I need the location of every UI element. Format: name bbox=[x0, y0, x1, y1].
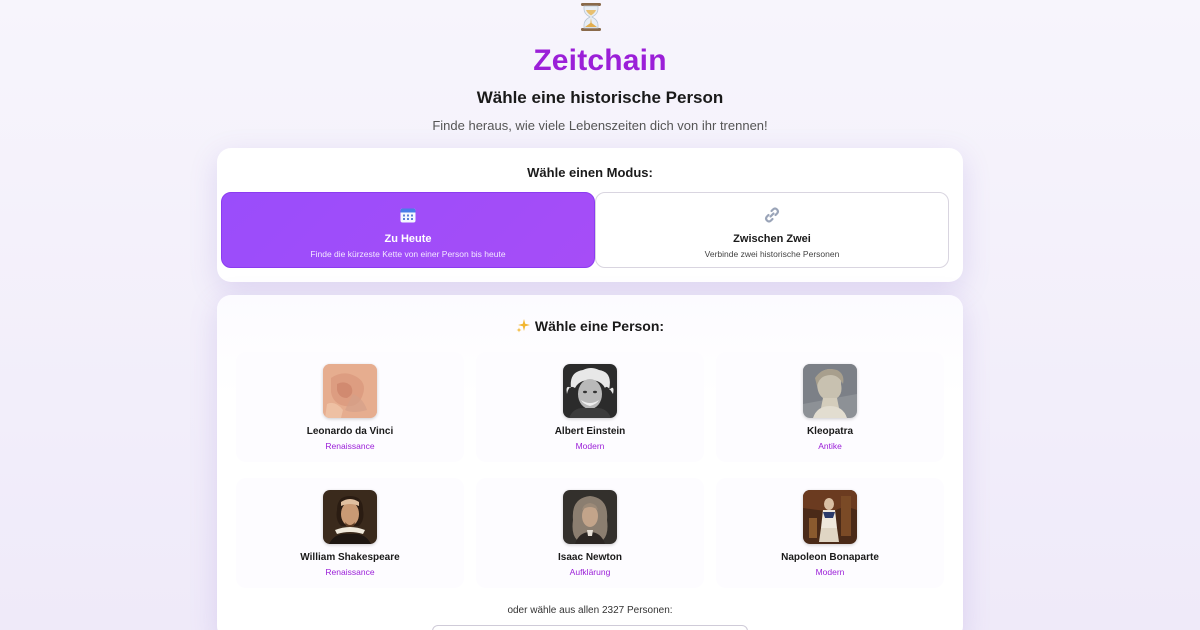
person-tile-isaac-newton[interactable]: Isaac Newton Aufklärung bbox=[476, 478, 704, 588]
person-tile-william-shakespeare[interactable]: William Shakespeare Renaissance bbox=[236, 478, 464, 588]
person-era: Modern bbox=[815, 567, 845, 577]
portrait-image bbox=[563, 364, 617, 418]
person-era: Modern bbox=[575, 441, 605, 451]
mode-button-zu-heute[interactable]: Zu Heute Finde die kürzeste Kette von ei… bbox=[221, 192, 595, 268]
portrait-image bbox=[563, 490, 617, 544]
person-era: Renaissance bbox=[325, 567, 375, 577]
person-tile-albert-einstein[interactable]: Albert Einstein Modern bbox=[476, 352, 704, 462]
app-title: Zeitchain bbox=[533, 44, 667, 77]
hourglass-icon bbox=[581, 3, 601, 31]
mode-description: Finde die kürzeste Kette von einer Perso… bbox=[310, 249, 506, 259]
portrait-image bbox=[323, 490, 377, 544]
person-name: Albert Einstein bbox=[554, 426, 626, 437]
mode-title: Zu Heute bbox=[384, 233, 432, 245]
person-tile-napoleon-bonaparte[interactable]: Napoleon Bonaparte Modern bbox=[716, 478, 944, 588]
person-heading-text: Wähle eine Person: bbox=[534, 318, 665, 334]
person-heading: Wähle eine Person: bbox=[217, 318, 963, 334]
all-persons-label: oder wähle aus allen 2327 Personen: bbox=[507, 605, 673, 616]
mode-button-zwischen-zwei[interactable]: Zwischen Zwei Verbinde zwei historische … bbox=[595, 192, 949, 268]
portrait-image bbox=[323, 364, 377, 418]
person-name: William Shakespeare bbox=[300, 552, 400, 563]
person-tile-leonardo-da-vinci[interactable]: Leonardo da Vinci Renaissance bbox=[236, 352, 464, 462]
link-icon bbox=[764, 207, 780, 223]
mode-description: Verbinde zwei historische Personen bbox=[704, 249, 840, 259]
sparkle-icon bbox=[516, 319, 530, 333]
person-era: Antike bbox=[818, 441, 842, 451]
person-card: Wähle eine Person: Leonardo da Vinci Ren… bbox=[217, 295, 963, 630]
portrait-image bbox=[803, 364, 857, 418]
mode-card: Wähle einen Modus: Zu Heute Finde die kü… bbox=[217, 148, 963, 282]
mode-title: Zwischen Zwei bbox=[733, 233, 811, 245]
portrait-image bbox=[803, 490, 857, 544]
mode-heading: Wähle einen Modus: bbox=[527, 165, 653, 180]
calendar-icon bbox=[400, 208, 416, 223]
person-era: Renaissance bbox=[325, 441, 375, 451]
person-name: Kleopatra bbox=[806, 426, 854, 437]
person-name: Napoleon Bonaparte bbox=[781, 552, 879, 563]
page-subtitle: Wähle eine historische Person bbox=[476, 88, 724, 107]
page-tagline: Finde heraus, wie viele Lebenszeiten dic… bbox=[432, 118, 768, 133]
person-era: Aufklärung bbox=[569, 567, 611, 577]
person-select[interactable] bbox=[432, 625, 748, 630]
person-tile-kleopatra[interactable]: Kleopatra Antike bbox=[716, 352, 944, 462]
person-name: Leonardo da Vinci bbox=[306, 426, 394, 437]
person-name: Isaac Newton bbox=[558, 552, 622, 563]
